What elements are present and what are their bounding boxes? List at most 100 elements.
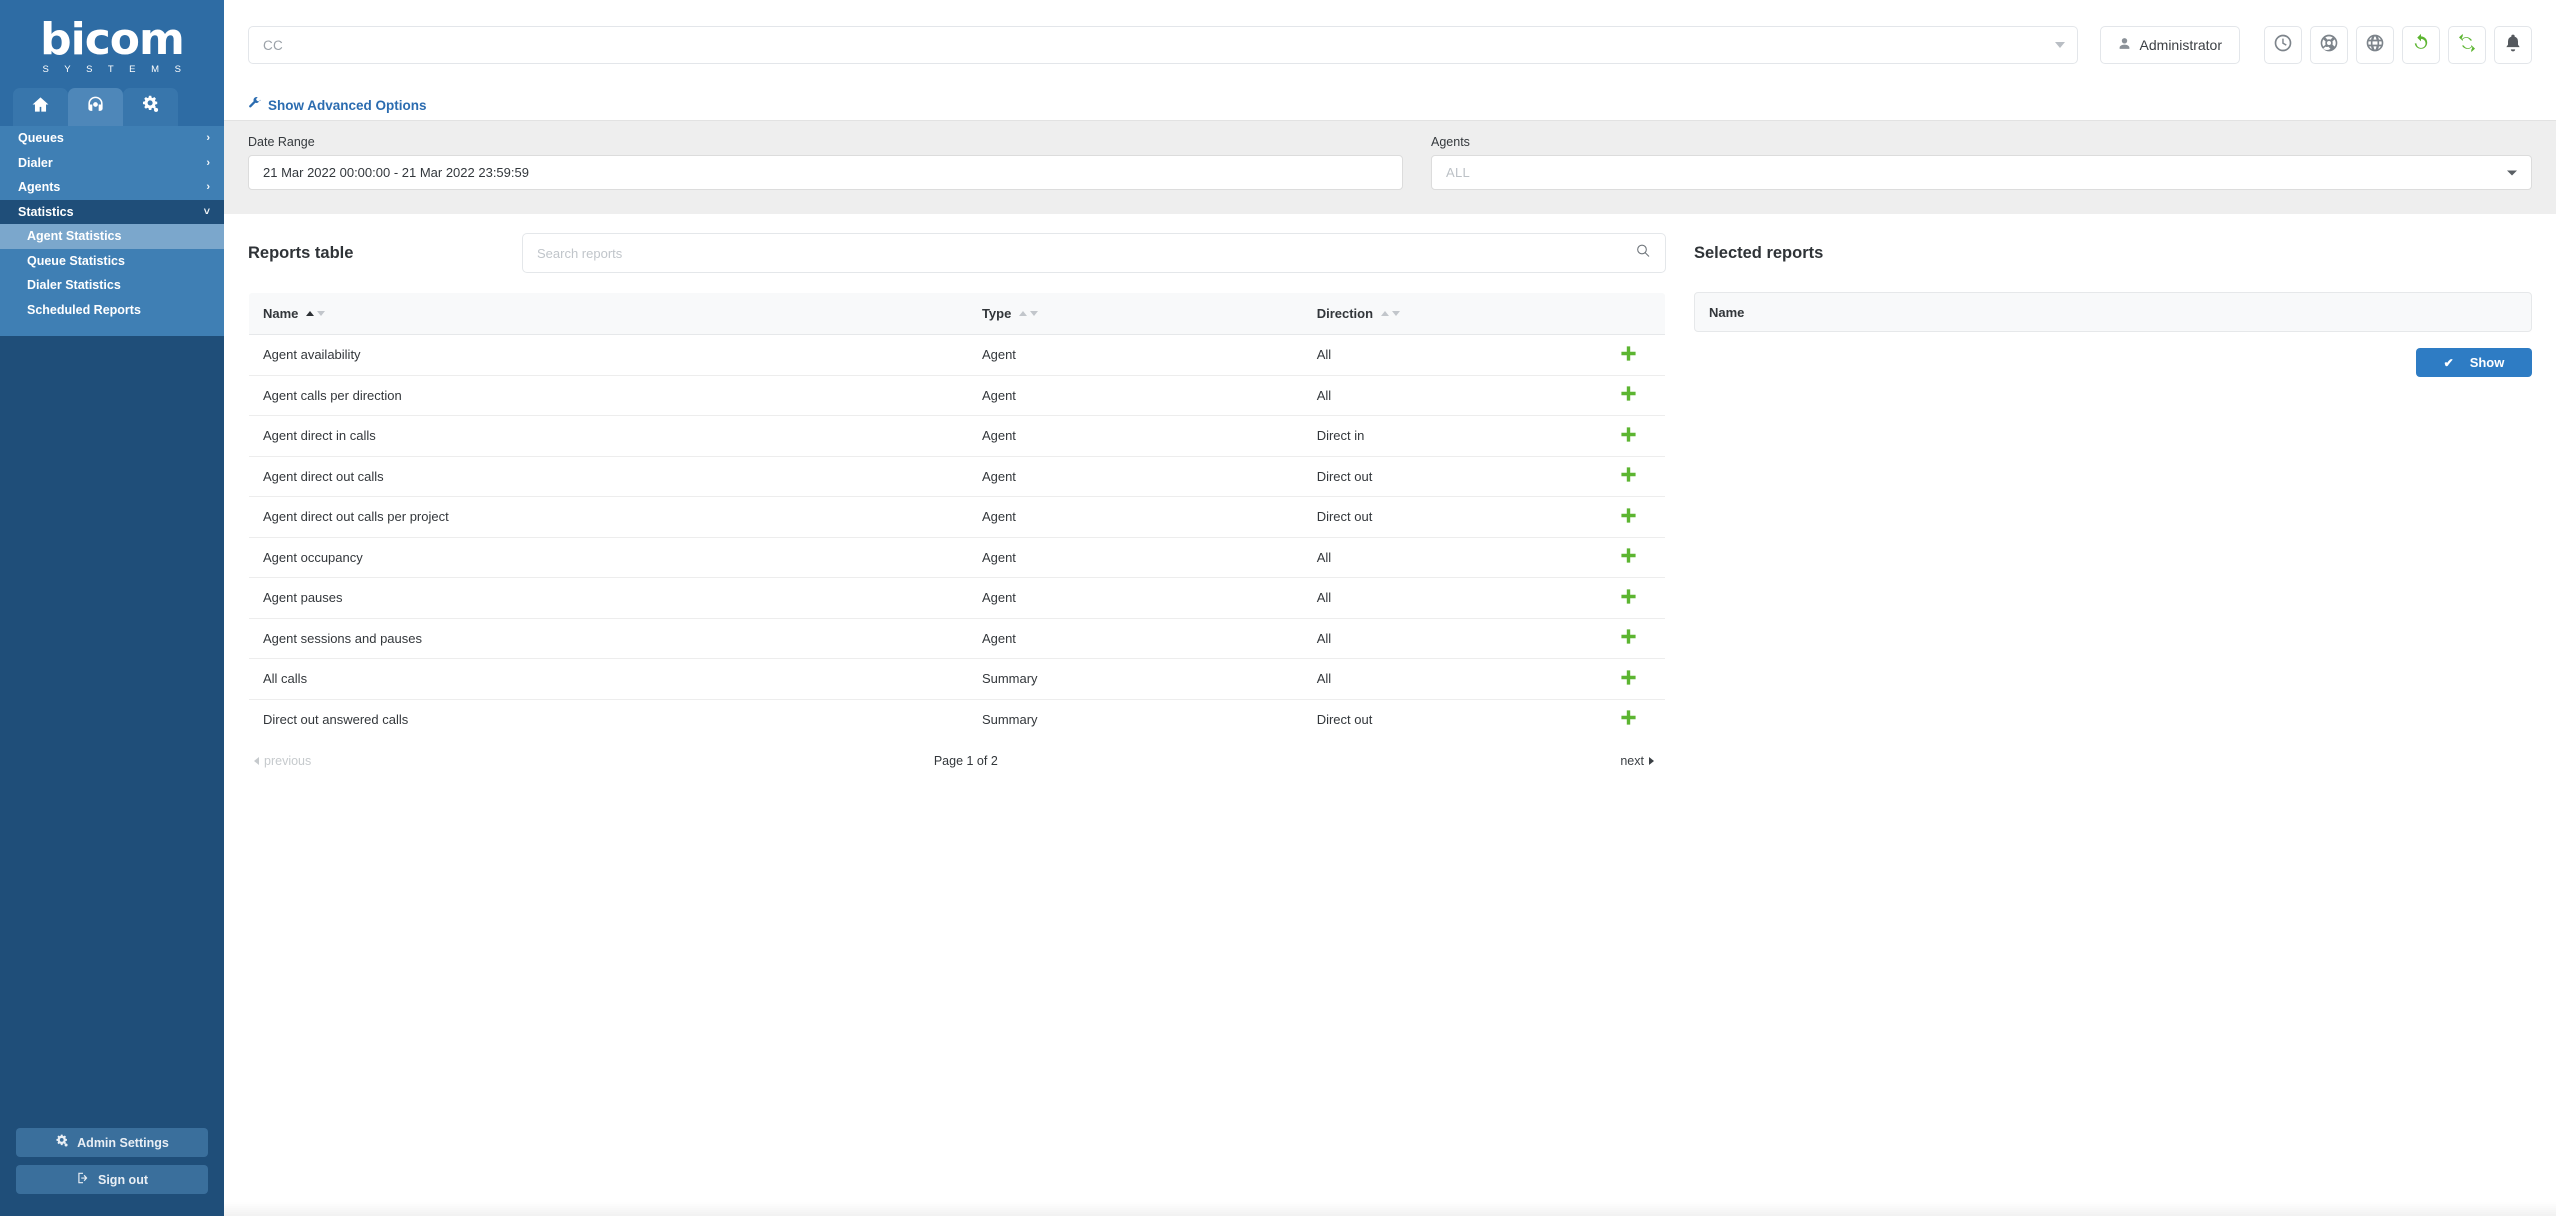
sidebar-item-agents[interactable]: Agents › bbox=[0, 175, 224, 200]
add-report-button[interactable] bbox=[1620, 507, 1637, 524]
sign-out-button[interactable]: Sign out bbox=[16, 1165, 208, 1194]
column-header-type[interactable]: Type bbox=[967, 293, 1303, 335]
admin-settings-button[interactable]: Admin Settings bbox=[16, 1128, 208, 1157]
sidebar-item-statistics[interactable]: Statistics ˅ bbox=[0, 199, 224, 224]
home-tab[interactable] bbox=[13, 88, 68, 126]
tenant-select[interactable]: CC bbox=[248, 26, 2078, 64]
table-row[interactable]: Agent sessions and pauses Agent All bbox=[249, 618, 1665, 659]
reports-panel-header: Reports table Search reports bbox=[248, 214, 1666, 292]
table-row[interactable]: Agent occupancy Agent All bbox=[249, 537, 1665, 578]
help-button[interactable] bbox=[2310, 26, 2348, 64]
reports-table-head: Name Type Direction bbox=[249, 293, 1665, 335]
add-report-button[interactable] bbox=[1620, 628, 1637, 645]
table-row[interactable]: Agent pauses Agent All bbox=[249, 577, 1665, 619]
column-label: Name bbox=[263, 306, 299, 321]
sidebar-subitem-label: Agent Statistics bbox=[27, 229, 122, 244]
cell-direction: All bbox=[1302, 334, 1593, 376]
previous-label: previous bbox=[264, 754, 312, 768]
settings-tab[interactable] bbox=[123, 88, 178, 126]
notifications-button[interactable] bbox=[2494, 26, 2532, 64]
topbar-icon-group bbox=[2264, 26, 2532, 64]
reports-table-title: Reports table bbox=[248, 243, 354, 262]
cell-direction: All bbox=[1302, 618, 1593, 659]
show-button[interactable]: ✔ Show bbox=[2416, 348, 2532, 377]
sort-asc-icon[interactable] bbox=[1019, 311, 1028, 316]
sort-desc-icon[interactable] bbox=[317, 311, 326, 316]
cell-direction: All bbox=[1302, 375, 1593, 416]
user-menu-button[interactable]: Administrator bbox=[2099, 26, 2240, 64]
user-label: Administrator bbox=[2139, 37, 2222, 53]
show-button-label: Show bbox=[2469, 355, 2505, 370]
sort-desc-icon[interactable] bbox=[1392, 311, 1401, 316]
cell-type: Agent bbox=[967, 456, 1303, 497]
search-icon bbox=[1635, 243, 1651, 264]
selected-reports-header: Selected reports bbox=[1694, 214, 2532, 292]
sidebar-item-dialer[interactable]: Dialer › bbox=[0, 151, 224, 176]
show-advanced-options-link[interactable]: Show Advanced Options bbox=[248, 97, 427, 113]
table-row[interactable]: Agent direct in calls Agent Direct in bbox=[249, 415, 1665, 457]
topbar: CC Administrator bbox=[224, 0, 2556, 90]
filters-band: Date Range 21 Mar 2022 00:00:00 - 21 Mar… bbox=[224, 120, 2556, 214]
add-report-button[interactable] bbox=[1620, 466, 1637, 483]
column-header-name[interactable]: Name bbox=[249, 293, 968, 335]
sort-asc-icon[interactable] bbox=[1381, 311, 1390, 316]
user-icon bbox=[2118, 37, 2131, 53]
chevron-right-icon: › bbox=[206, 181, 210, 194]
sort-desc-icon[interactable] bbox=[1030, 311, 1039, 316]
table-row[interactable]: Agent calls per direction Agent All bbox=[249, 375, 1665, 416]
table-row[interactable]: All calls Summary All bbox=[249, 658, 1665, 700]
add-report-button[interactable] bbox=[1620, 547, 1637, 564]
contact-center-tab[interactable] bbox=[68, 88, 123, 126]
table-row[interactable]: Agent direct out calls per project Agent D… bbox=[249, 496, 1665, 538]
column-header-direction[interactable]: Direction bbox=[1302, 293, 1593, 335]
sidebar-subitem-label: Dialer Statistics bbox=[27, 278, 121, 293]
app-root: bicom S Y S T E M S Queues › Dialer › Ag… bbox=[0, 0, 2556, 1216]
reports-panel: Reports table Search reports Name Type D… bbox=[248, 214, 1666, 768]
language-button[interactable] bbox=[2356, 26, 2394, 64]
cell-action bbox=[1592, 618, 1665, 659]
sync-icon bbox=[2457, 33, 2477, 58]
sort-controls[interactable] bbox=[306, 311, 326, 316]
cell-action bbox=[1592, 496, 1665, 538]
sidebar-item-queues[interactable]: Queues › bbox=[0, 126, 224, 151]
cell-direction: Direct out bbox=[1316, 711, 1373, 727]
cell-type: Summary bbox=[981, 711, 1038, 727]
cell-name: Direct out answered calls bbox=[263, 711, 409, 727]
add-report-button[interactable] bbox=[1620, 426, 1637, 443]
reload-button[interactable] bbox=[2402, 26, 2440, 64]
search-reports-box[interactable]: Search reports bbox=[522, 233, 1666, 273]
sidebar-item-dialer-statistics[interactable]: Dialer Statistics bbox=[0, 273, 224, 298]
selected-reports-panel: Selected reports Name ✔ Show bbox=[1694, 214, 2532, 768]
reload-icon bbox=[2411, 33, 2431, 58]
add-report-button[interactable] bbox=[1620, 669, 1637, 686]
table-row[interactable]: Agent direct out calls Agent Direct out bbox=[249, 456, 1665, 497]
sort-asc-icon[interactable] bbox=[306, 311, 315, 316]
previous-page-button[interactable]: previous bbox=[254, 754, 311, 768]
tenant-value: CC bbox=[263, 37, 284, 53]
table-row[interactable]: Direct out answered calls Summary Direct o… bbox=[249, 699, 1665, 739]
cell-type: Agent bbox=[967, 537, 1303, 578]
sync-button[interactable] bbox=[2448, 26, 2486, 64]
sort-controls[interactable] bbox=[1381, 311, 1401, 316]
add-report-button[interactable] bbox=[1620, 588, 1637, 605]
next-page-button[interactable]: next bbox=[1620, 754, 1654, 768]
next-label: next bbox=[1620, 754, 1644, 768]
sidebar-nav-tabs bbox=[0, 86, 224, 126]
cell-action bbox=[1592, 577, 1665, 619]
admin-settings-label: Admin Settings bbox=[77, 1135, 169, 1150]
sidebar-item-queue-statistics[interactable]: Queue Statistics bbox=[0, 249, 224, 274]
chevron-right-icon: › bbox=[206, 132, 210, 145]
sort-controls[interactable] bbox=[1019, 311, 1039, 316]
add-report-button[interactable] bbox=[1620, 385, 1637, 402]
sidebar-item-scheduled-reports[interactable]: Scheduled Reports bbox=[0, 298, 224, 323]
table-row[interactable]: Agent availability Agent All bbox=[249, 334, 1665, 376]
sidebar-item-agent-statistics[interactable]: Agent Statistics bbox=[0, 224, 224, 249]
add-report-button[interactable] bbox=[1620, 345, 1637, 362]
agents-select[interactable]: ALL bbox=[1431, 155, 2532, 190]
clock-button[interactable] bbox=[2264, 26, 2302, 64]
gears-icon bbox=[55, 1134, 69, 1151]
cell-name: Agent availability bbox=[249, 334, 968, 376]
date-range-input[interactable]: 21 Mar 2022 00:00:00 - 21 Mar 2022 23:59… bbox=[248, 155, 1403, 190]
sidebar-item-label: Dialer bbox=[18, 155, 53, 170]
add-report-button[interactable] bbox=[1620, 709, 1637, 726]
